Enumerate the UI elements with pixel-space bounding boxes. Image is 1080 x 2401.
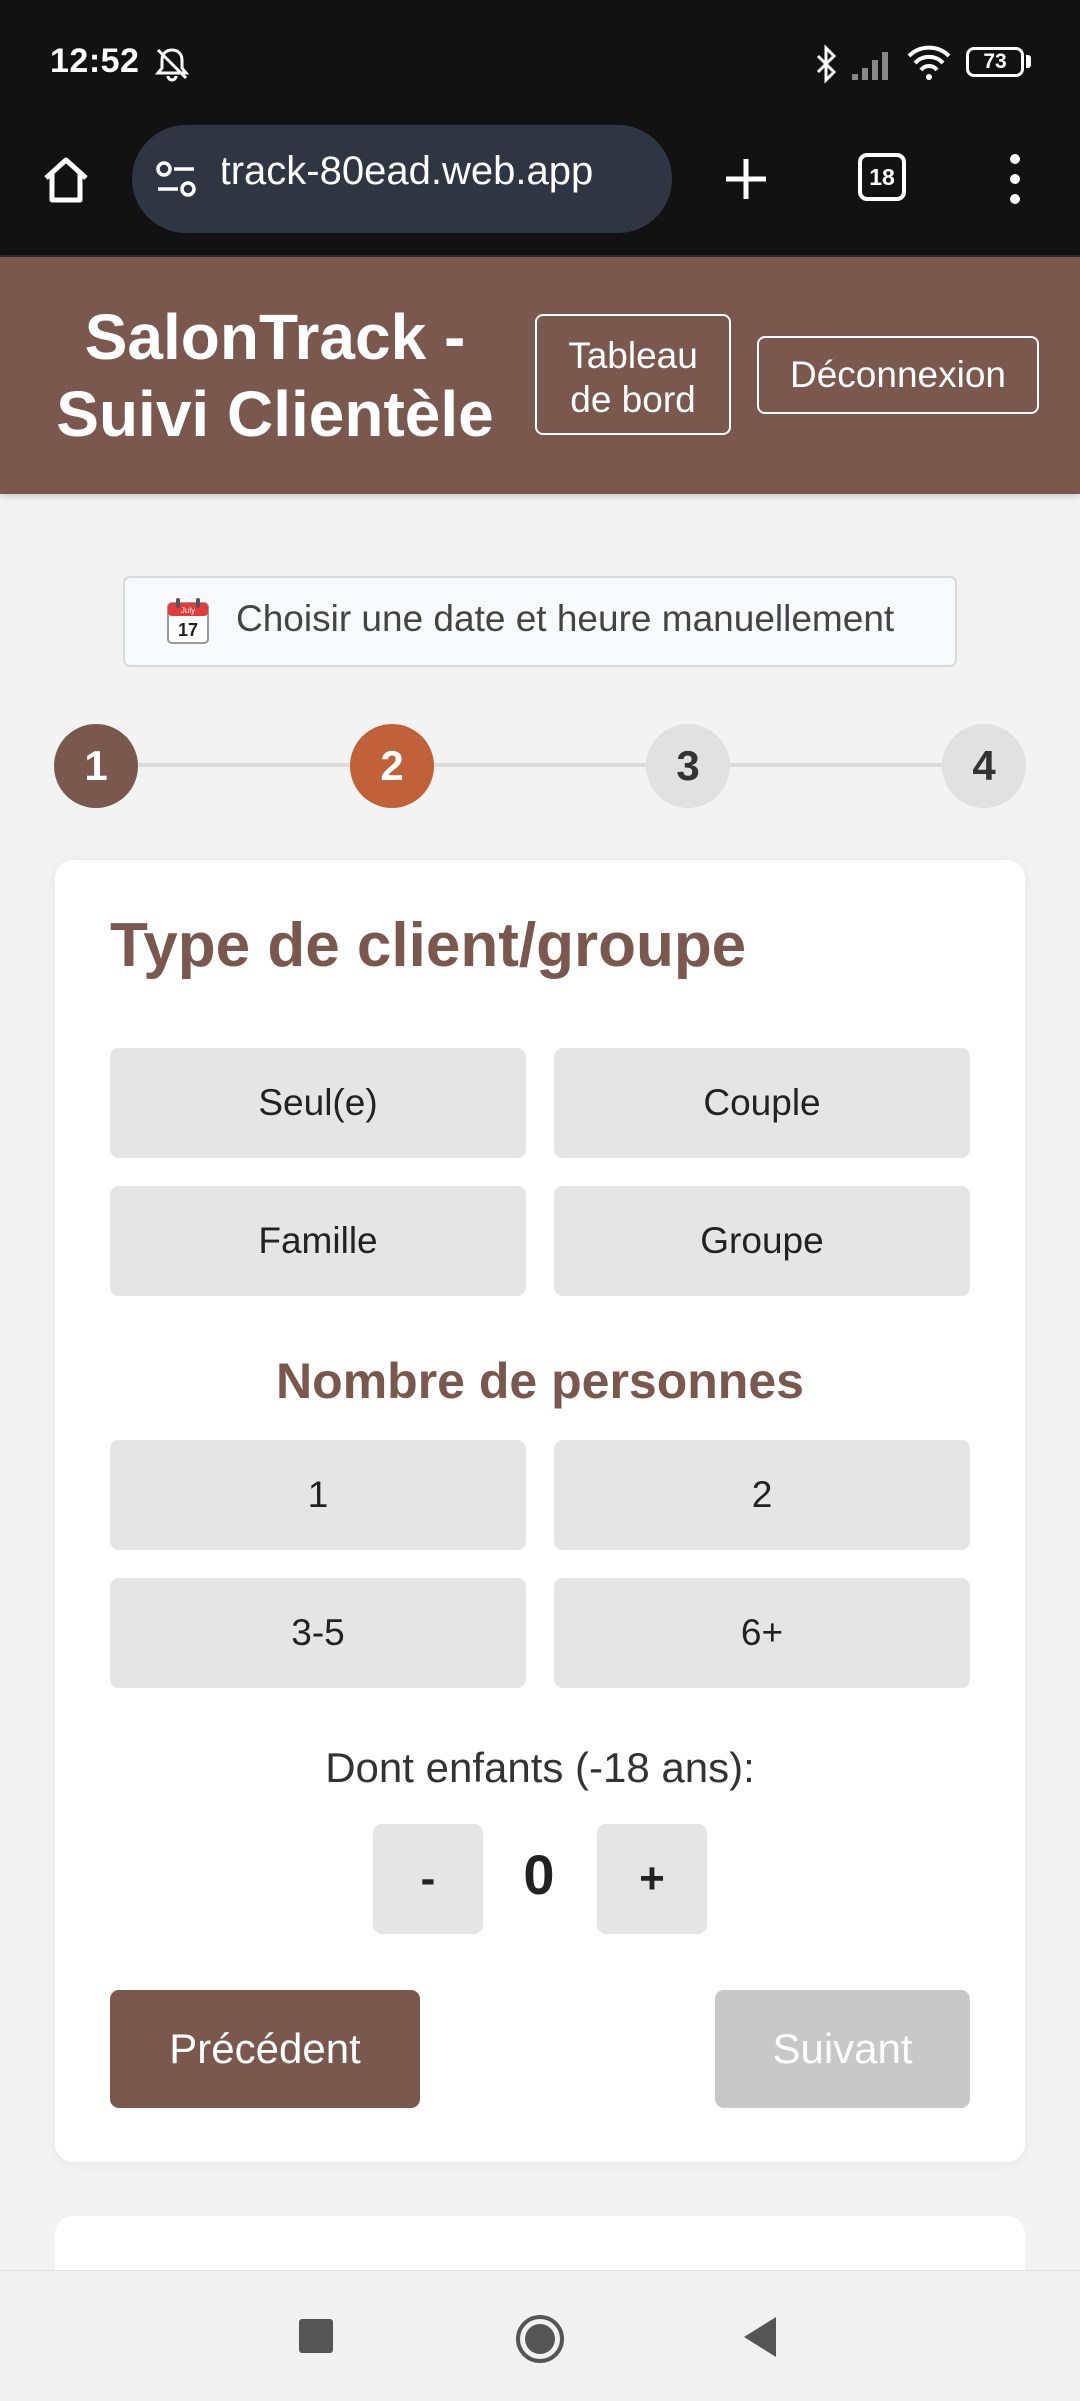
url-value: salontrack-80ead.web.app bbox=[222, 149, 594, 193]
next-button[interactable]: Suivant bbox=[715, 1990, 970, 2108]
manual-date-button[interactable]: July 17 Choisir une date et heure manuel… bbox=[123, 576, 957, 667]
calendar-icon-day: 17 bbox=[178, 620, 198, 640]
people-count-heading: Nombre de personnes bbox=[276, 1353, 804, 1409]
step-connector bbox=[95, 763, 985, 767]
app-title: SalonTrack - Suivi Clientèle bbox=[40, 299, 510, 453]
people-6-plus-button[interactable]: 6+ bbox=[554, 1578, 970, 1688]
client-type-group-button[interactable]: Groupe bbox=[554, 1186, 970, 1296]
site-settings-icon[interactable] bbox=[154, 159, 198, 199]
app-header: SalonTrack - Suivi Clientèle Tableau de … bbox=[0, 257, 1080, 494]
client-type-couple-button[interactable]: Couple bbox=[554, 1048, 970, 1158]
battery-tip bbox=[1026, 55, 1031, 68]
people-2-button[interactable]: 2 bbox=[554, 1440, 970, 1550]
calendar-icon: July 17 bbox=[167, 598, 209, 644]
dashboard-button[interactable]: Tableau de bord bbox=[535, 314, 731, 435]
wifi-icon bbox=[907, 45, 951, 80]
manual-date-label: Choisir une date et heure manuellement bbox=[236, 598, 895, 639]
status-time: 12:52 bbox=[50, 42, 140, 80]
signal-icon bbox=[852, 52, 888, 80]
previous-button[interactable]: Précédent bbox=[110, 1990, 420, 2108]
app-title-line2: Suivi Clientèle bbox=[56, 378, 494, 450]
dashboard-label-line2: de bord bbox=[570, 378, 696, 420]
people-1-button[interactable]: 1 bbox=[110, 1440, 526, 1550]
step-progress: 1 2 3 4 bbox=[0, 720, 1080, 810]
client-type-family-button[interactable]: Famille bbox=[110, 1186, 526, 1296]
dashboard-label-line1: Tableau bbox=[568, 334, 698, 376]
address-bar[interactable]: salontrack-80ead.web.app bbox=[132, 125, 672, 233]
more-menu-icon[interactable] bbox=[1000, 149, 1030, 209]
back-icon[interactable] bbox=[740, 2315, 780, 2359]
silent-bell-icon bbox=[154, 48, 190, 82]
status-bar: 12:52 73 bbox=[0, 0, 1080, 125]
step-4: 4 bbox=[942, 724, 1026, 808]
step-3: 3 bbox=[646, 724, 730, 808]
logout-button[interactable]: Déconnexion bbox=[757, 336, 1039, 414]
step-1: 1 bbox=[54, 724, 138, 808]
system-nav-bar bbox=[0, 2270, 1080, 2401]
battery-indicator: 73 bbox=[966, 47, 1024, 77]
recents-icon[interactable] bbox=[296, 2316, 336, 2356]
children-increment-button[interactable]: + bbox=[597, 1824, 707, 1934]
url-text: salontrack-80ead.web.app bbox=[222, 149, 652, 194]
client-type-single-button[interactable]: Seul(e) bbox=[110, 1048, 526, 1158]
home-nav-icon[interactable] bbox=[514, 2313, 566, 2365]
bluetooth-icon bbox=[816, 44, 837, 84]
step-2: 2 bbox=[350, 724, 434, 808]
home-icon[interactable] bbox=[38, 152, 94, 208]
calendar-icon-month: July bbox=[181, 606, 195, 615]
client-type-card: Type de client/groupe Seul(e) Couple Fam… bbox=[55, 860, 1025, 2162]
children-decrement-button[interactable]: - bbox=[373, 1824, 483, 1934]
app-title-line1: SalonTrack - bbox=[84, 301, 466, 373]
card-title: Type de client/groupe bbox=[110, 911, 747, 980]
browser-toolbar: salontrack-80ead.web.app 18 bbox=[0, 125, 1080, 257]
children-label: Dont enfants (-18 ans): bbox=[325, 1744, 755, 1791]
tab-switcher-button[interactable]: 18 bbox=[858, 153, 906, 201]
children-count: 0 bbox=[523, 1843, 555, 1906]
new-tab-icon[interactable] bbox=[718, 151, 774, 207]
people-3-5-button[interactable]: 3-5 bbox=[110, 1578, 526, 1688]
